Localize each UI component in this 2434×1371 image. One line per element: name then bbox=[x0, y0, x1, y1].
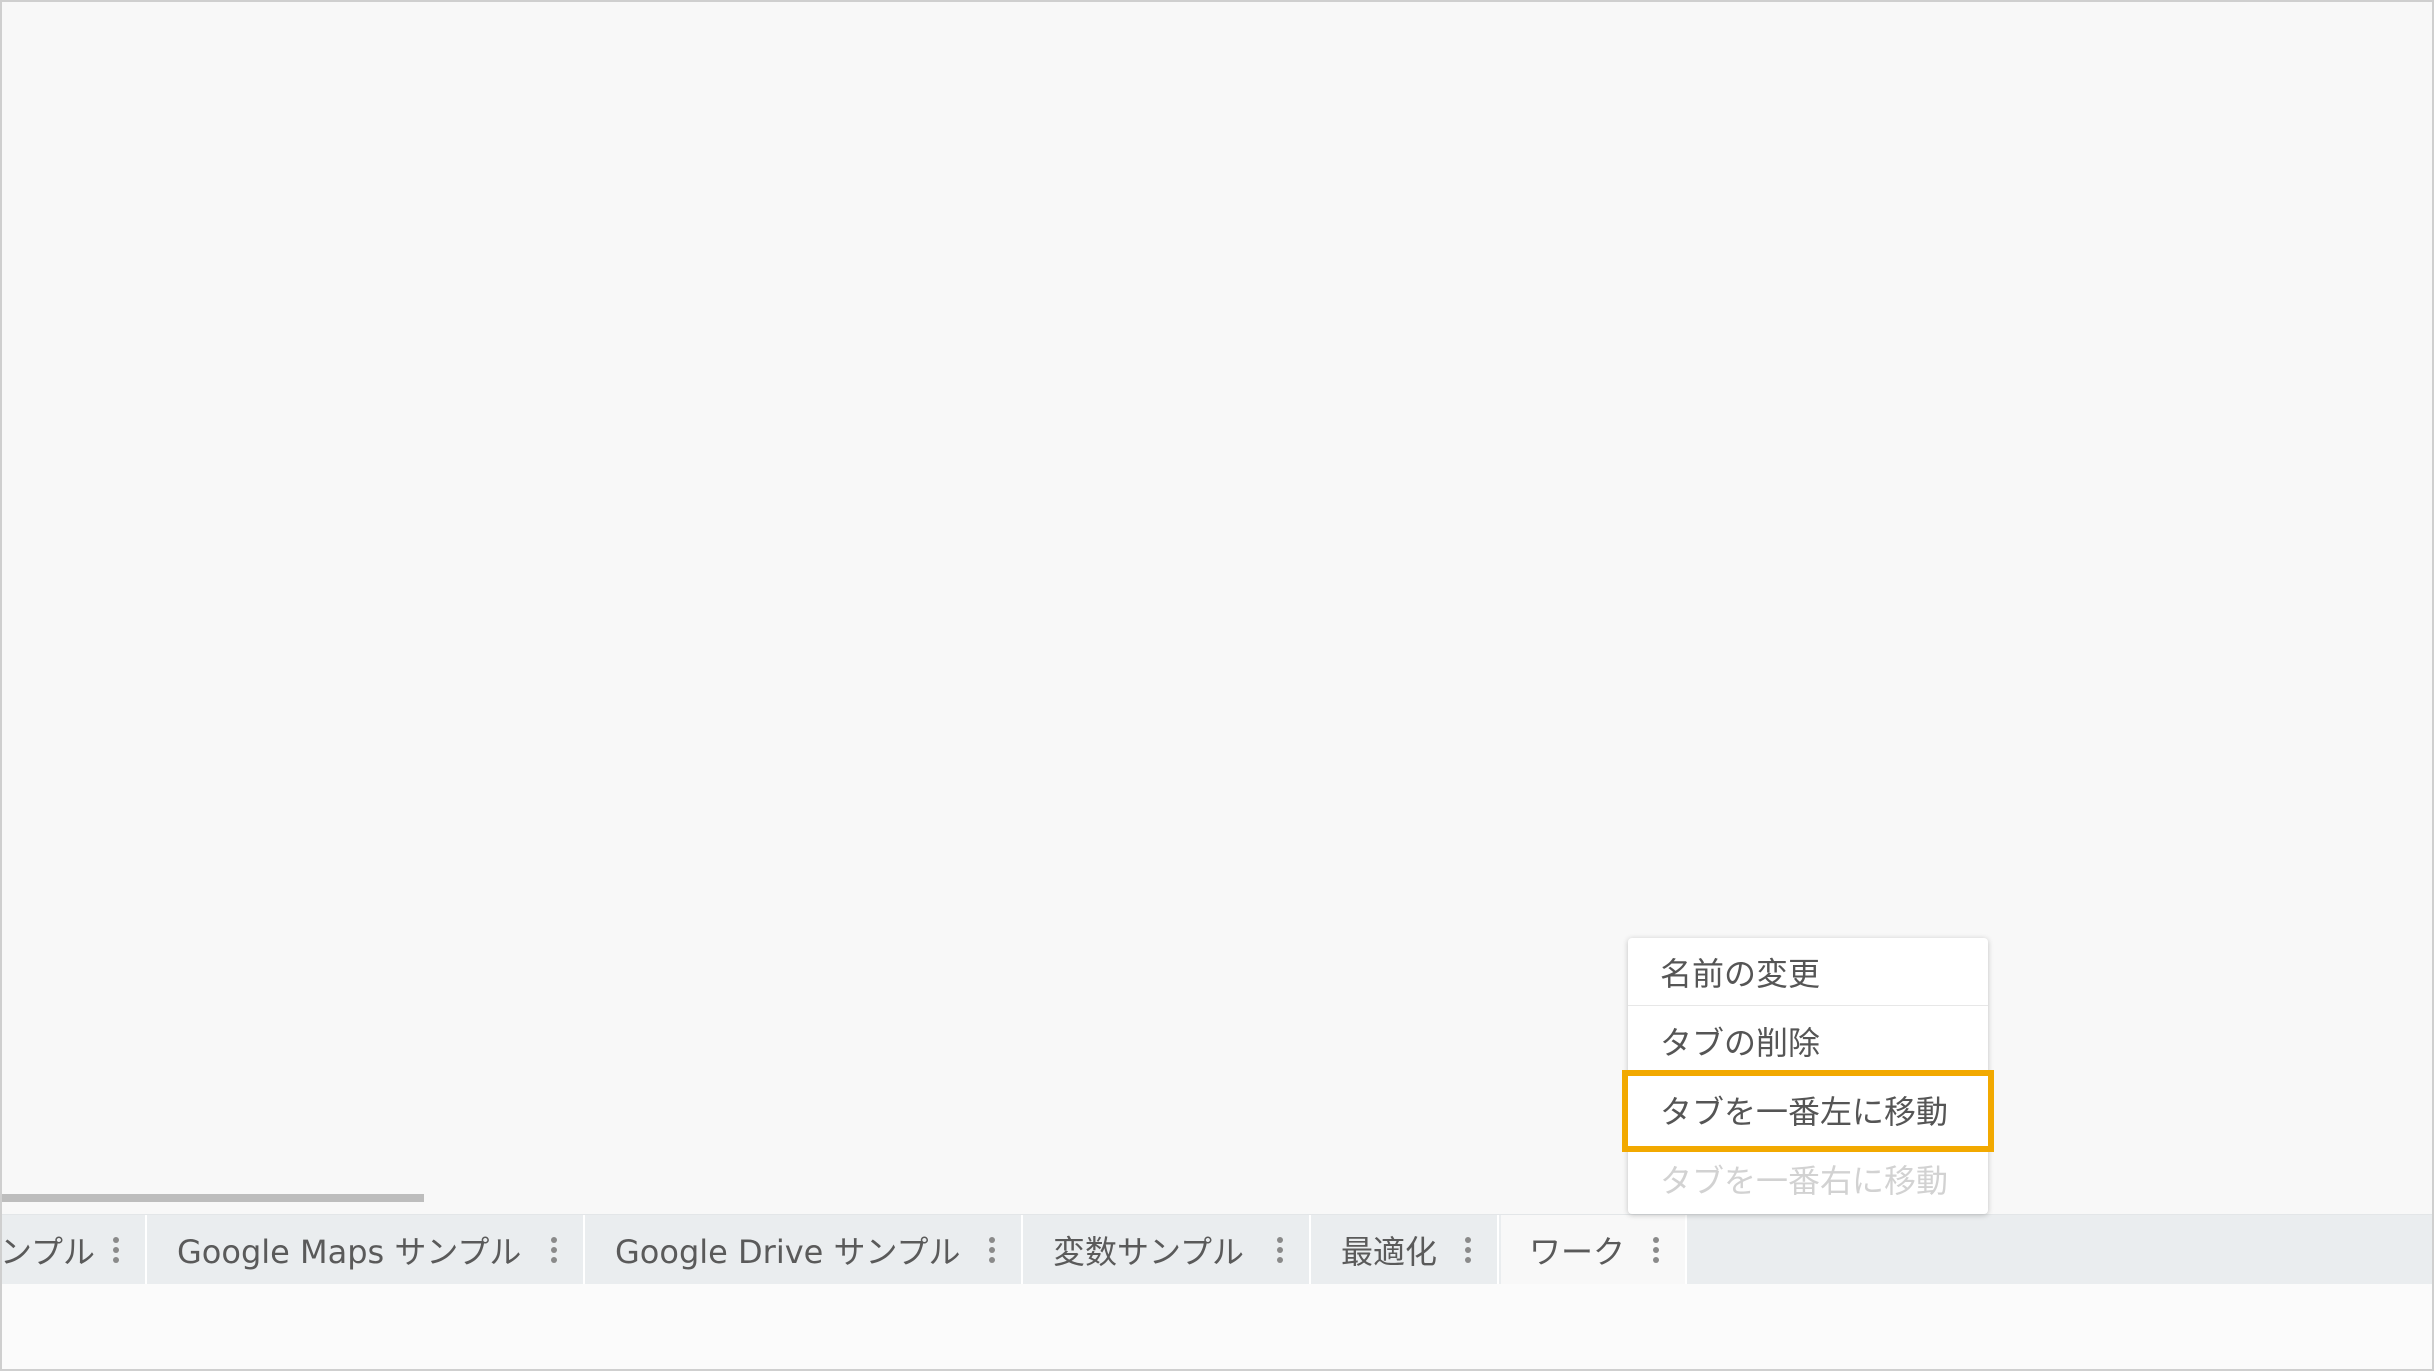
app-window: ンプル Google Maps サンプル Google Drive サンプル 変… bbox=[0, 0, 2434, 1371]
tab-label: 最適化 bbox=[1341, 1232, 1438, 1271]
tab-sample-partial[interactable]: ンプル bbox=[0, 1215, 147, 1284]
tab-optimization[interactable]: 最適化 bbox=[1313, 1215, 1499, 1284]
menu-item-delete-tab[interactable]: タブの削除 bbox=[1628, 1007, 1988, 1075]
tab-label: Google Maps サンプル bbox=[177, 1232, 522, 1271]
sheet-tab-bar: ンプル Google Maps サンプル Google Drive サンプル 変… bbox=[2, 1214, 2432, 1284]
tab-google-drive-sample[interactable]: Google Drive サンプル bbox=[587, 1215, 1023, 1284]
kebab-menu-icon[interactable] bbox=[1465, 1237, 1471, 1263]
menu-item-rename[interactable]: 名前の変更 bbox=[1628, 938, 1988, 1006]
footer-area bbox=[2, 1284, 2432, 1369]
kebab-menu-icon[interactable] bbox=[1277, 1237, 1283, 1263]
menu-item-label: 名前の変更 bbox=[1660, 954, 1821, 993]
menu-item-move-leftmost[interactable]: タブを一番左に移動 bbox=[1628, 1076, 1988, 1144]
tab-label: Google Drive サンプル bbox=[615, 1232, 961, 1271]
horizontal-scrollbar[interactable] bbox=[2, 1194, 424, 1202]
tab-context-menu: 名前の変更 タブの削除 タブを一番左に移動 タブを一番右に移動 bbox=[1628, 938, 1988, 1214]
tab-work[interactable]: ワーク bbox=[1501, 1215, 1687, 1284]
kebab-menu-icon[interactable] bbox=[551, 1237, 557, 1263]
tab-google-maps-sample[interactable]: Google Maps サンプル bbox=[149, 1215, 585, 1284]
menu-item-move-rightmost: タブを一番右に移動 bbox=[1628, 1145, 1988, 1213]
tab-variable-sample[interactable]: 変数サンプル bbox=[1025, 1215, 1311, 1284]
tab-label: ンプル bbox=[0, 1232, 96, 1271]
menu-item-label: タブを一番左に移動 bbox=[1660, 1093, 1949, 1131]
sheet-canvas[interactable] bbox=[2, 2, 2432, 1214]
kebab-menu-icon[interactable] bbox=[113, 1237, 119, 1263]
menu-item-label: タブの削除 bbox=[1660, 1024, 1821, 1062]
tab-label: 変数サンプル bbox=[1053, 1232, 1245, 1271]
menu-item-label: タブを一番右に移動 bbox=[1660, 1162, 1949, 1200]
kebab-menu-icon[interactable] bbox=[989, 1237, 995, 1263]
kebab-menu-icon[interactable] bbox=[1653, 1237, 1659, 1263]
tab-label: ワーク bbox=[1529, 1232, 1626, 1271]
